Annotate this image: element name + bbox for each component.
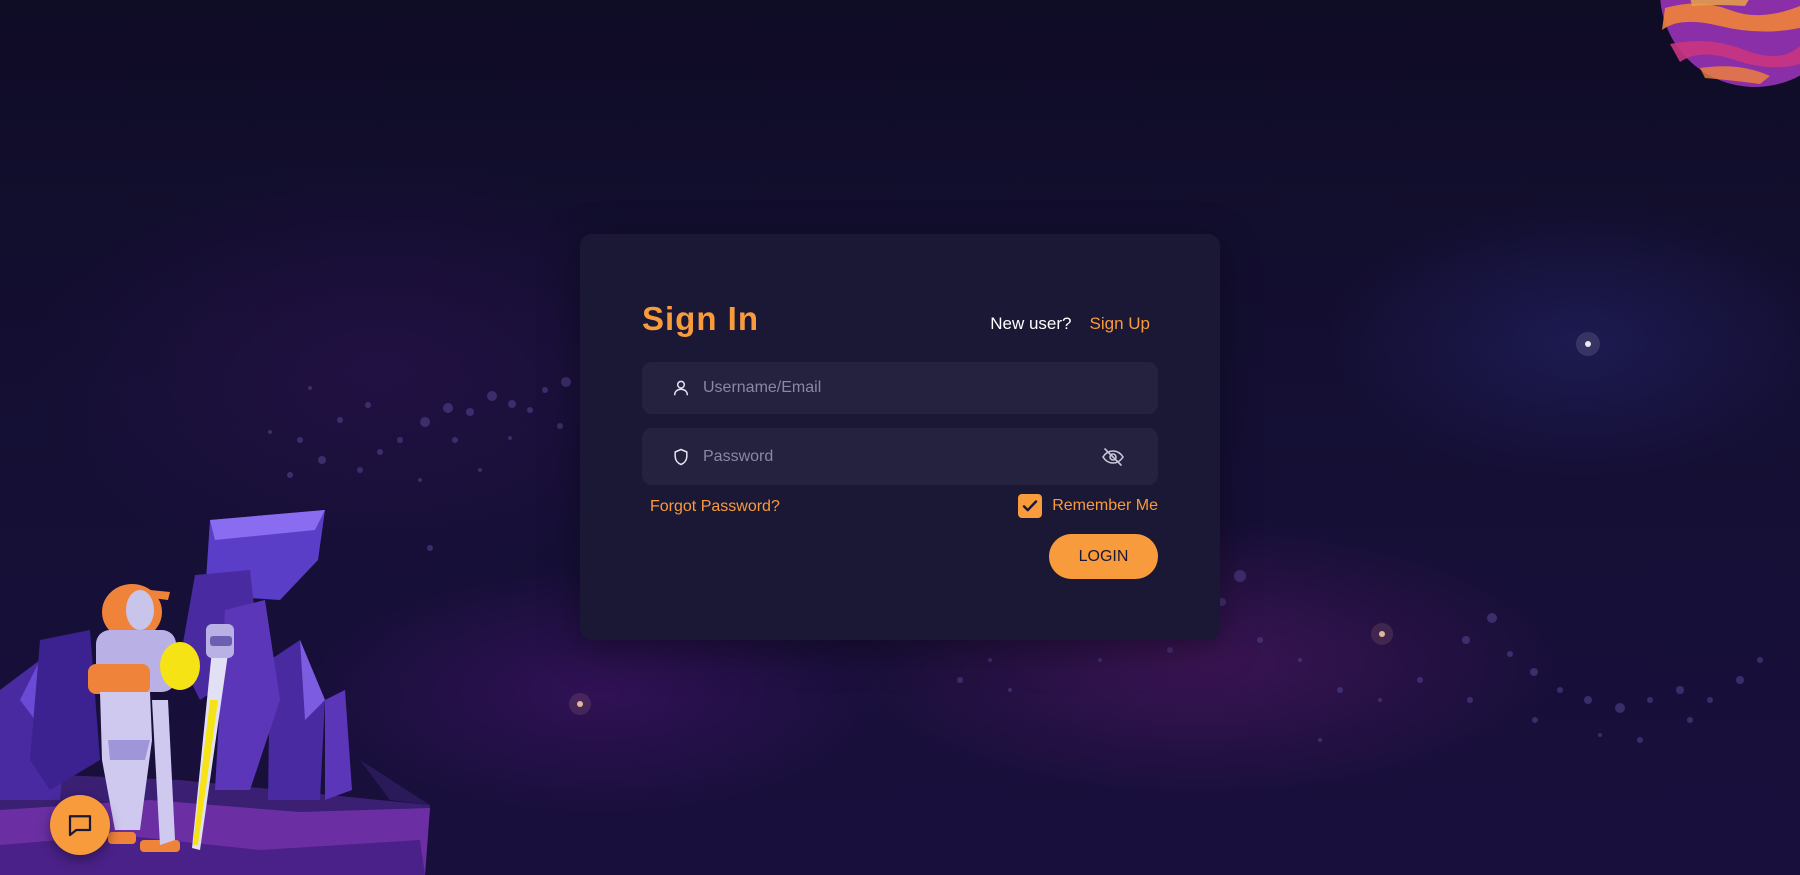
shield-icon — [671, 447, 691, 467]
login-button[interactable]: LOGIN — [1049, 534, 1158, 579]
page-title: Sign In — [642, 300, 759, 337]
signup-prompt: New user? Sign Up — [990, 314, 1150, 334]
sign-up-link[interactable]: Sign Up — [1090, 314, 1150, 334]
remember-me-checkbox[interactable] — [1018, 494, 1043, 518]
eye-off-icon[interactable] — [1101, 445, 1125, 469]
chat-widget-button[interactable] — [50, 795, 110, 855]
username-input[interactable] — [703, 379, 1158, 397]
login-card: Sign In New user? Sign Up Forgot — [580, 234, 1220, 640]
forgot-password-link[interactable]: Forgot Password? — [650, 498, 780, 516]
remember-me-label: Remember Me — [1052, 497, 1158, 514]
remember-me-toggle[interactable]: Remember Me — [1018, 494, 1158, 518]
new-user-text: New user? — [990, 314, 1072, 333]
username-field[interactable] — [642, 362, 1158, 414]
user-icon — [671, 378, 691, 398]
check-icon — [1022, 500, 1038, 512]
password-field[interactable] — [642, 428, 1158, 485]
password-input[interactable] — [703, 447, 1101, 466]
chat-bubble-icon — [65, 810, 95, 840]
planet-illustration — [1660, 0, 1800, 87]
